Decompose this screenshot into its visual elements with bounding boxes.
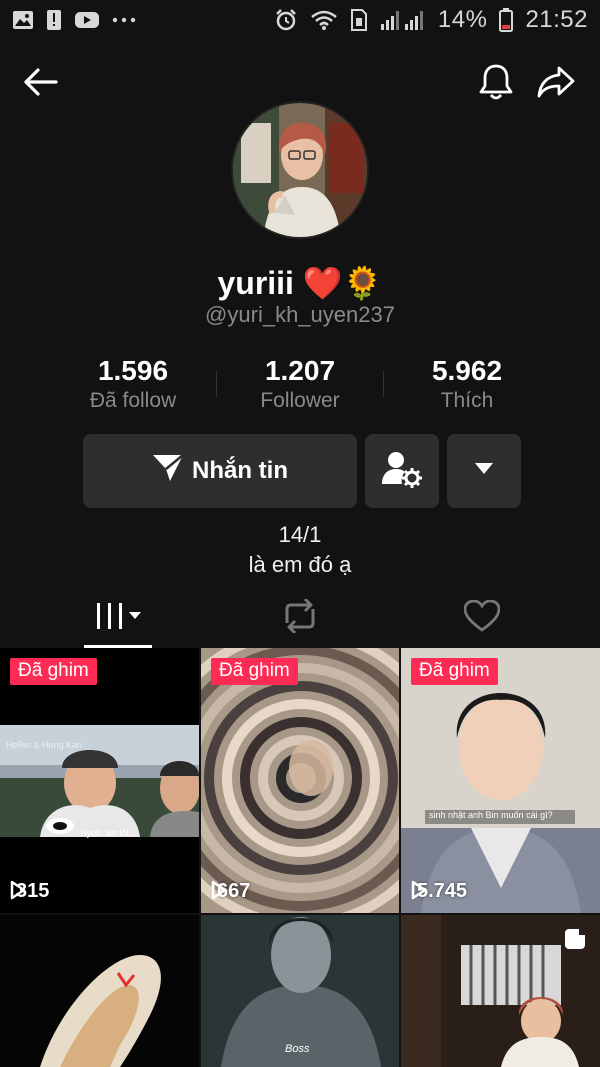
send-icon xyxy=(152,453,184,490)
user-settings-icon xyxy=(382,450,422,493)
pinned-badge: Đã ghim xyxy=(411,658,498,685)
share-icon xyxy=(537,65,575,104)
video-tile[interactable]: Đã ghim 667 xyxy=(201,648,399,913)
alarm-icon xyxy=(274,8,298,32)
arrow-left-icon xyxy=(22,67,58,102)
video-caption: sinh nhật anh Bin muốn cái gì? xyxy=(429,810,553,820)
notification-button[interactable] xyxy=(470,58,522,110)
youtube-icon xyxy=(74,10,100,30)
more-options-button[interactable] xyxy=(447,434,521,508)
caret-down-icon xyxy=(475,462,493,480)
stat-likes[interactable]: 5.962 Thích xyxy=(384,355,550,413)
video-tile[interactable]: HeRin & Hong Kan Hyuk: xin lỗi... Đã ghi… xyxy=(0,648,199,913)
repost-icon xyxy=(281,597,319,638)
bell-icon xyxy=(479,63,513,106)
stat-followers[interactable]: 1.207 Follower xyxy=(217,355,383,413)
video-tile[interactable]: sinh nhật anh Bin muốn cái gì? Đã ghim 5… xyxy=(401,648,600,913)
image-icon xyxy=(12,10,34,30)
videos-grid-icon xyxy=(93,601,143,636)
bio: 14/1 là em đó ạ xyxy=(0,520,600,580)
clock: 21:52 xyxy=(525,6,588,33)
alert-icon xyxy=(46,9,62,31)
battery-percent: 14% xyxy=(437,6,488,33)
content-tabs xyxy=(0,590,600,648)
view-count: 5.745 xyxy=(411,880,467,903)
profile-actions: Nhắn tin xyxy=(83,434,521,508)
stat-value: 1.207 xyxy=(264,355,336,386)
stat-following[interactable]: 1.596 Đã follow xyxy=(50,355,216,413)
wifi-icon xyxy=(310,9,338,31)
battery-icon xyxy=(499,8,514,32)
tab-liked[interactable] xyxy=(448,590,516,646)
stat-label: Follower xyxy=(260,389,340,412)
share-button[interactable] xyxy=(530,58,582,110)
view-count: 315 xyxy=(10,880,49,903)
stat-value: 5.962 xyxy=(431,355,503,386)
profile-stats: 1.596 Đã follow 1.207 Follower 5.962 Thí… xyxy=(50,354,550,414)
tab-videos[interactable] xyxy=(84,590,152,646)
bio-line: 14/1 xyxy=(278,522,322,547)
video-caption: HeRin & Hong Kan xyxy=(6,740,83,750)
video-tile[interactable] xyxy=(0,915,199,1067)
stat-label: Thích xyxy=(440,389,494,412)
more-dots-icon xyxy=(112,17,136,23)
video-grid: HeRin & Hong Kan Hyuk: xin lỗi... Đã ghi… xyxy=(0,648,600,1067)
video-caption: Boss xyxy=(285,1043,310,1055)
signal-icon xyxy=(380,9,426,31)
manage-friend-button[interactable] xyxy=(365,434,439,508)
bio-line: là em đó ạ xyxy=(248,552,352,577)
pinned-badge: Đã ghim xyxy=(211,658,298,685)
sim-icon xyxy=(350,9,368,31)
status-bar: 14% 21:52 xyxy=(0,0,600,40)
video-tile[interactable]: Boss xyxy=(201,915,399,1067)
stat-value: 1.596 xyxy=(97,355,169,386)
back-button[interactable] xyxy=(14,58,66,110)
username: @yuri_kh_uyen237 xyxy=(205,302,395,327)
avatar[interactable] xyxy=(231,101,369,239)
heart-icon xyxy=(463,599,501,637)
display-name: yuriii ❤️🌻 xyxy=(217,265,383,301)
message-button[interactable]: Nhắn tin xyxy=(83,434,357,508)
stat-label: Đã follow xyxy=(89,389,177,412)
pinned-badge: Đã ghim xyxy=(10,658,97,685)
video-caption: Hyuk: xin lỗi... xyxy=(80,828,137,838)
tab-reposts[interactable] xyxy=(266,590,334,646)
view-count: 667 xyxy=(211,880,250,903)
video-tile[interactable] xyxy=(401,915,600,1067)
message-button-label: Nhắn tin xyxy=(192,457,288,484)
